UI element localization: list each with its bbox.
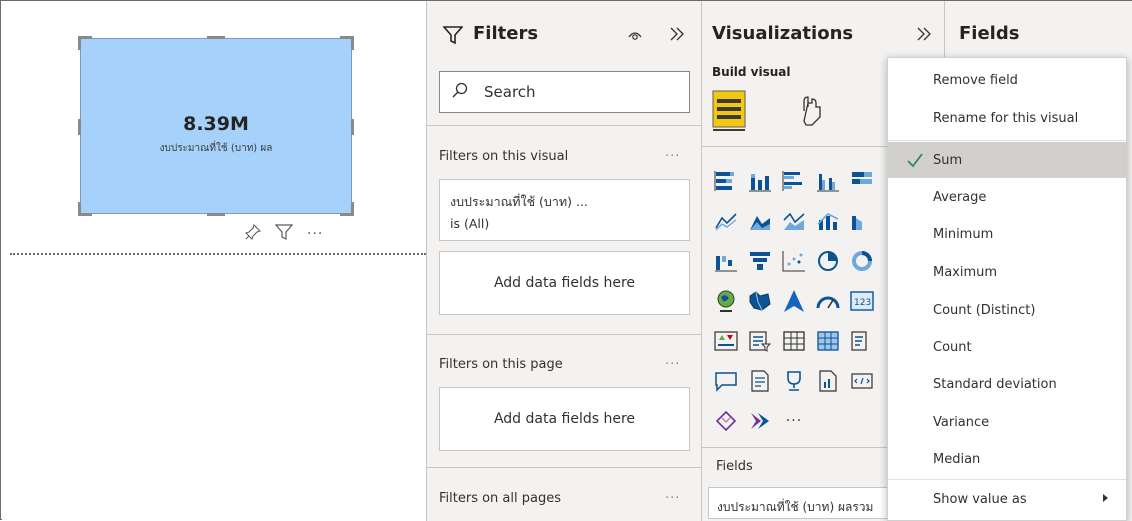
eye-icon[interactable] [627, 28, 643, 47]
100-stacked-bar-chart-icon[interactable] [848, 167, 876, 195]
filter-card-value: is (All) [450, 216, 490, 231]
visual-type-grid: 123 ··· [712, 167, 882, 447]
resize-handle[interactable] [78, 202, 81, 216]
qna-icon[interactable] [712, 367, 740, 395]
clustered-bar-chart-icon[interactable] [780, 167, 808, 195]
more-options-icon[interactable]: ··· [665, 491, 680, 506]
more-options-icon[interactable]: ··· [307, 226, 323, 242]
submenu-arrow-icon [1103, 494, 1108, 502]
add-data-fields-page[interactable]: Add data fields here [439, 387, 690, 451]
card-visual[interactable]: 8.39M งบประมาณที่ใช้ (บาท) ผล [78, 36, 354, 216]
filters-on-visual-label: Filters on this visual [439, 149, 569, 164]
smart-narrative-icon[interactable] [746, 367, 774, 395]
filters-pane: Filters Search Filters on this visual ··… [426, 1, 702, 521]
divider [427, 467, 702, 468]
scatter-chart-icon[interactable] [780, 247, 808, 275]
report-canvas[interactable]: 8.39M งบประมาณที่ใช้ (บาท) ผล ··· [2, 2, 426, 520]
checkmark-icon [906, 151, 924, 173]
collapse-pane-icon[interactable] [669, 25, 685, 47]
visual-header-actions: ··· [244, 223, 323, 244]
filter-icon[interactable] [274, 224, 294, 244]
decomposition-tree-icon[interactable] [848, 327, 876, 355]
resize-handle[interactable] [207, 213, 225, 216]
filter-icon [442, 25, 464, 49]
fields-title: Fields [959, 23, 1020, 44]
menu-divider [888, 140, 1126, 141]
fields-well-label: Fields [716, 459, 753, 474]
menu-item-median[interactable]: Median [888, 441, 1126, 477]
ribbon-chart-icon[interactable] [848, 207, 876, 235]
menu-item-variance[interactable]: Variance [888, 404, 1126, 440]
filters-on-page-label: Filters on this page [439, 357, 563, 372]
line-chart-icon[interactable] [712, 207, 740, 235]
resize-handle[interactable] [351, 36, 354, 50]
build-visual-tab-icon[interactable] [712, 89, 746, 135]
paginated-report-icon[interactable] [814, 367, 842, 395]
build-visual-label: Build visual [712, 65, 791, 79]
filters-search-input[interactable]: Search [439, 71, 690, 113]
more-options-icon[interactable]: ··· [665, 357, 680, 372]
format-visual-tab-icon[interactable] [798, 93, 828, 131]
resize-handle[interactable] [78, 36, 81, 50]
resize-handle[interactable] [351, 202, 354, 216]
field-context-menu: Remove field Rename for this visual Sum … [887, 57, 1127, 521]
funnel-chart-icon[interactable] [746, 247, 774, 275]
card-label: งบประมาณที่ใช้ (บาท) ผล [159, 143, 273, 154]
power-automate-icon[interactable] [712, 407, 740, 435]
menu-divider [888, 479, 1126, 480]
filter-card-title: งบประมาณที่ใช้ (บาท) ... [450, 194, 588, 209]
menu-item-average[interactable]: Average [888, 179, 1126, 215]
key-influencers-icon[interactable] [780, 367, 808, 395]
more-visuals-icon[interactable]: ··· [780, 407, 808, 435]
resize-handle[interactable] [351, 119, 354, 135]
page-boundary-line [10, 253, 426, 255]
card-value: 8.39M [183, 113, 249, 135]
svg-text:123: 123 [854, 298, 871, 308]
matrix-icon[interactable] [814, 327, 842, 355]
filters-on-all-pages-label: Filters on all pages [439, 491, 561, 506]
power-automate-flow-icon[interactable] [746, 407, 774, 435]
pie-chart-icon[interactable] [814, 247, 842, 275]
pin-icon[interactable] [244, 223, 262, 244]
resize-handle[interactable] [207, 36, 225, 39]
menu-item-maximum[interactable]: Maximum [888, 254, 1126, 290]
menu-item-count-distinct[interactable]: Count (Distinct) [888, 292, 1126, 328]
area-chart-icon[interactable] [746, 207, 774, 235]
filter-card[interactable]: งบประมาณที่ใช้ (บาท) ... is (All) [439, 179, 690, 241]
filled-map-icon[interactable] [746, 287, 774, 315]
search-placeholder: Search [484, 83, 536, 101]
line-and-column-chart-icon[interactable] [814, 207, 842, 235]
more-options-icon[interactable]: ··· [665, 149, 680, 164]
kpi-icon[interactable] [712, 327, 740, 355]
menu-item-sum[interactable]: Sum [888, 142, 1126, 178]
menu-item-count[interactable]: Count [888, 329, 1126, 365]
app-window: 8.39M งบประมาณที่ใช้ (บาท) ผล ··· Filter… [0, 0, 1132, 521]
azure-map-icon[interactable] [780, 287, 808, 315]
menu-item-rename[interactable]: Rename for this visual [888, 100, 1126, 136]
divider [427, 334, 702, 335]
stacked-area-chart-icon[interactable] [780, 207, 808, 235]
stacked-column-chart-icon[interactable] [746, 167, 774, 195]
search-icon [452, 82, 468, 102]
menu-item-minimum[interactable]: Minimum [888, 216, 1126, 252]
gauge-icon[interactable] [814, 287, 842, 315]
menu-item-standard-deviation[interactable]: Standard deviation [888, 366, 1126, 402]
divider [427, 125, 702, 126]
slicer-icon[interactable] [746, 327, 774, 355]
add-data-fields-visual[interactable]: Add data fields here [439, 251, 690, 315]
stacked-bar-chart-icon[interactable] [712, 167, 740, 195]
map-icon[interactable] [712, 287, 740, 315]
waterfall-chart-icon[interactable] [712, 247, 740, 275]
menu-item-show-value-as[interactable]: Show value as [888, 481, 1126, 517]
clustered-column-chart-icon[interactable] [814, 167, 842, 195]
collapse-pane-icon[interactable] [916, 25, 932, 47]
donut-chart-icon[interactable] [848, 247, 876, 275]
table-icon[interactable] [780, 327, 808, 355]
filters-title: Filters [473, 23, 539, 44]
visualizations-title: Visualizations [712, 23, 854, 44]
menu-item-remove-field[interactable]: Remove field [888, 62, 1126, 98]
card-visual-icon[interactable]: 123 [848, 287, 876, 315]
power-apps-icon[interactable] [848, 367, 876, 395]
